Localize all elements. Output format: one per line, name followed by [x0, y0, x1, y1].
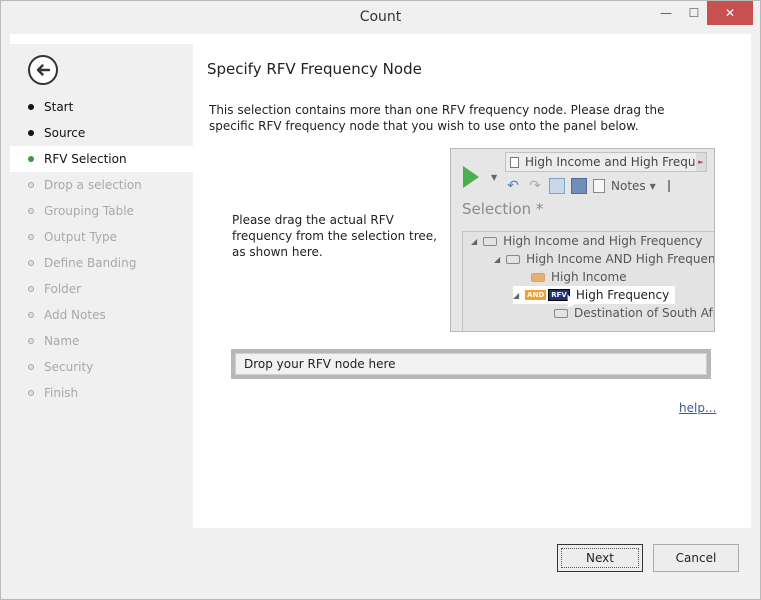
step-bullet-icon: [28, 208, 34, 214]
preview-toolbar: ↶ ↷ Notes ▼: [505, 176, 686, 196]
drop-placeholder: Drop your RFV node here: [235, 353, 707, 375]
wizard-step[interactable]: Source: [10, 120, 193, 146]
preview-selection-label: Selection *: [462, 200, 544, 218]
node-icon: [531, 272, 545, 282]
wizard-step[interactable]: Output Type: [10, 224, 193, 250]
wizard-step[interactable]: Define Banding: [10, 250, 193, 276]
wizard-step[interactable]: RFV Selection: [10, 146, 193, 172]
selection-preview-image: ▼ High Income and High Frequen ► ↶ ↷ Not…: [450, 148, 715, 332]
minimize-button[interactable]: —: [651, 1, 681, 25]
notes-icon: [593, 179, 605, 193]
node-icon: [483, 236, 498, 246]
tree-node-label: Destination of South Afric: [574, 306, 715, 320]
next-button[interactable]: Next: [557, 544, 643, 572]
node-icon: [506, 254, 521, 264]
document-icon: [510, 156, 519, 168]
redo-icon: ↷: [529, 178, 541, 194]
step-bullet-icon: [28, 130, 34, 136]
preview-notes-label: Notes: [611, 179, 646, 193]
rfv-drop-zone[interactable]: Drop your RFV node here: [231, 349, 711, 379]
save-icon: [571, 178, 587, 194]
back-arrow-icon: [36, 64, 51, 76]
wizard-step-label: Drop a selection: [44, 178, 142, 192]
and-badge-icon: AND: [525, 290, 547, 300]
step-bullet-icon: [28, 364, 34, 370]
step-bullet-icon: [28, 234, 34, 240]
wizard-step[interactable]: Add Notes: [10, 302, 193, 328]
wizard-step-label: Define Banding: [44, 256, 137, 270]
wizard-step-label: Folder: [44, 282, 82, 296]
wizard-step[interactable]: Security: [10, 354, 193, 380]
wizard-step-label: Name: [44, 334, 80, 348]
step-bullet-icon: [28, 182, 34, 188]
wizard-step[interactable]: Start: [10, 94, 193, 120]
tree-node-label: High Income: [551, 270, 627, 284]
wizard-step-label: Finish: [44, 386, 79, 400]
step-bullet-icon: [28, 286, 34, 292]
maximize-button[interactable]: ☐: [681, 1, 707, 25]
lock-icon: [549, 178, 565, 194]
tree-node: ◢ High Income and High Frequency: [471, 232, 702, 250]
wizard-step-label: Source: [44, 126, 86, 140]
drag-instruction: Please drag the actual RFV frequency fro…: [232, 213, 437, 259]
page-title: Specify RFV Frequency Node: [207, 60, 422, 78]
tree-node: High Income: [531, 268, 627, 286]
page-description: This selection contains more than one RF…: [209, 103, 665, 133]
wizard-body: Start Source RFV Selection Drop a selection…: [10, 34, 751, 528]
preview-selection-tree: ◢ High Income and High Frequency ◢ High …: [462, 231, 715, 331]
step-bullet-icon: [28, 104, 34, 110]
wizard-step-label: RFV Selection: [44, 152, 127, 166]
wizard-steps: Start Source RFV Selection Drop a selection…: [10, 94, 193, 406]
dialog-window: Count — ☐ ✕ Start Source RFV Selection Drop…: [0, 0, 761, 600]
wizard-step[interactable]: Folder: [10, 276, 193, 302]
step-bullet-icon: [28, 260, 34, 266]
wizard-step[interactable]: Finish: [10, 380, 193, 406]
preview-combo-text: High Income and High Frequen: [525, 155, 695, 169]
wizard-sidebar: Start Source RFV Selection Drop a selection…: [10, 44, 193, 528]
tree-node-label: High Frequency: [575, 288, 670, 302]
close-button[interactable]: ✕: [707, 1, 753, 25]
expanded-triangle-icon: ◢: [513, 290, 520, 300]
wizard-step-label: Start: [44, 100, 74, 114]
title-bar: Count — ☐ ✕: [1, 1, 760, 34]
wizard-step-label: Output Type: [44, 230, 118, 244]
wizard-step[interactable]: Drop a selection: [10, 172, 193, 198]
preview-selection-combo: High Income and High Frequen ►: [505, 152, 707, 172]
expanded-triangle-icon: ◢: [494, 254, 501, 264]
combo-expand-icon: ►: [696, 153, 706, 171]
play-icon: [463, 166, 479, 188]
notes-dropdown-icon: ▼: [649, 181, 656, 191]
window-title: Count: [359, 9, 402, 25]
tree-node: Destination of South Afric: [554, 304, 715, 322]
help-link[interactable]: help...: [679, 401, 716, 415]
tree-node-highlighted: ◢ AND RFV High Frequency: [513, 286, 676, 304]
back-button[interactable]: [28, 55, 58, 85]
wizard-step[interactable]: Name: [10, 328, 193, 354]
expanded-triangle-icon: ◢: [471, 236, 478, 246]
step-bullet-icon: [28, 390, 34, 396]
step-bullet-icon: [28, 156, 34, 162]
tree-node: ◢ High Income AND High Frequency: [494, 250, 715, 268]
step-bullet-icon: [28, 312, 34, 318]
tree-expand-icon: [667, 180, 680, 192]
play-dropdown-icon: ▼: [491, 173, 498, 182]
tree-node-label: High Income AND High Frequency: [526, 252, 715, 266]
cancel-button[interactable]: Cancel: [653, 544, 739, 572]
tree-node-label: High Income and High Frequency: [503, 234, 703, 248]
wizard-content: Specify RFV Frequency Node This selectio…: [193, 34, 751, 528]
undo-icon: ↶: [507, 178, 519, 194]
wizard-step-label: Grouping Table: [44, 204, 134, 218]
node-icon: [554, 308, 568, 318]
step-bullet-icon: [28, 338, 34, 344]
wizard-step[interactable]: Grouping Table: [10, 198, 193, 224]
wizard-step-label: Security: [44, 360, 94, 374]
wizard-step-label: Add Notes: [44, 308, 106, 322]
